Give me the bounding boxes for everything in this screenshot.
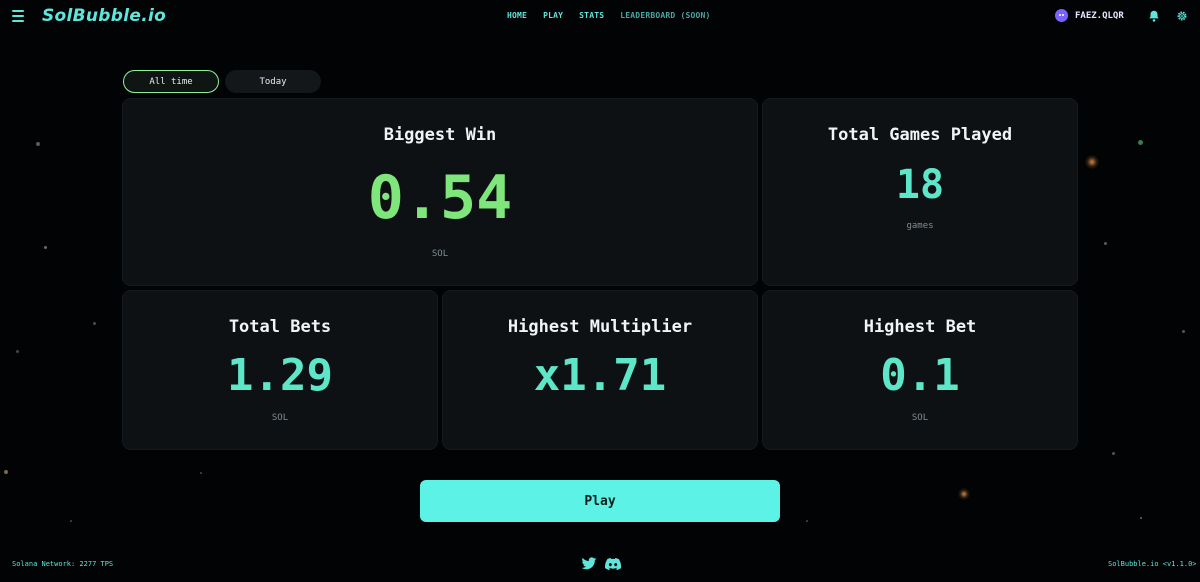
gear-icon[interactable] (1175, 9, 1189, 23)
highest-multiplier-card: Highest Multiplier x1.71 (443, 291, 757, 449)
total-bets-card: Total Bets 1.29 SOL (123, 291, 437, 449)
time-filter-tabs: All time Today (123, 70, 321, 93)
nav-play[interactable]: PLAY (543, 11, 563, 20)
total-games-unit: games (906, 221, 934, 231)
highest-multiplier-value: x1.71 (533, 350, 667, 401)
nav-stats[interactable]: STATS (579, 11, 604, 20)
total-games-title: Total Games Played (827, 125, 1013, 145)
highest-multiplier-title: Highest Multiplier (507, 317, 693, 337)
nav-leaderboard[interactable]: LEADERBOARD (SOON) (620, 11, 710, 20)
highest-bet-unit: SOL (911, 413, 929, 423)
highest-bet-title: Highest Bet (863, 317, 977, 337)
avatar (1055, 9, 1068, 22)
highest-bet-card: Highest Bet 0.1 SOL (763, 291, 1077, 449)
biggest-win-title: Biggest Win (383, 125, 497, 145)
username: FAEZ.QLQR (1075, 10, 1124, 21)
user-profile[interactable]: FAEZ.QLQR (1055, 9, 1124, 22)
main-nav: HOME PLAY STATS LEADERBOARD (SOON) (507, 11, 711, 20)
tab-today[interactable]: Today (225, 70, 321, 93)
total-games-value: 18 (895, 162, 945, 208)
menu-icon[interactable] (12, 10, 24, 22)
network-status: Solana Network: 2277 TPS (12, 560, 114, 568)
twitter-icon[interactable] (581, 557, 597, 571)
biggest-win-value: 0.54 (367, 163, 513, 233)
total-bets-title: Total Bets (228, 317, 332, 337)
biggest-win-card: Biggest Win 0.54 SOL (123, 99, 757, 285)
total-bets-unit: SOL (271, 413, 289, 423)
total-games-card: Total Games Played 18 games (763, 99, 1077, 285)
top-navbar: SolBubble.io HOME PLAY STATS LEADERBOARD… (0, 0, 1200, 34)
play-button[interactable]: Play (420, 480, 780, 522)
highest-bet-value: 0.1 (880, 350, 960, 401)
tab-all-time[interactable]: All time (123, 70, 219, 93)
logo[interactable]: SolBubble.io (42, 6, 166, 26)
biggest-win-unit: SOL (431, 249, 449, 259)
app-version: SolBubble.io <v1.1.0> (1108, 560, 1197, 568)
bell-icon[interactable] (1147, 9, 1161, 23)
nav-home[interactable]: HOME (507, 11, 527, 20)
discord-icon[interactable] (605, 557, 621, 571)
total-bets-value: 1.29 (227, 350, 333, 401)
